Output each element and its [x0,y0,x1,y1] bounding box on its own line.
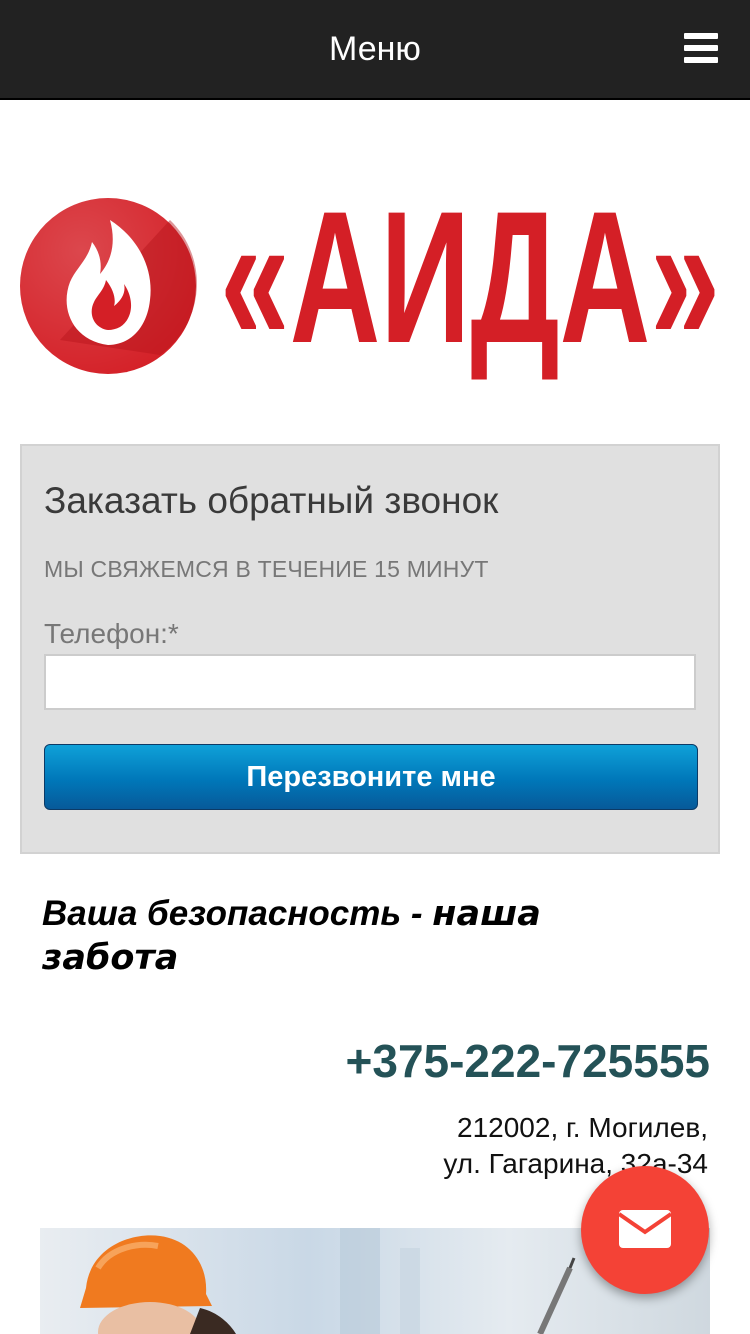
phone-input[interactable] [44,654,696,710]
phone-label: Телефон:* [44,618,179,649]
flame-icon [20,198,197,374]
callback-submit-button[interactable]: Перезвоните мне [44,744,698,810]
aida-logo: «АИДА» [20,190,720,380]
hamburger-icon[interactable] [684,33,718,63]
slogan: Ваша безопасность - наша забота [42,892,642,980]
address-line1: 212002, г. Могилев, [457,1112,708,1143]
callback-heading: Заказать обратный звонок [44,480,499,521]
slogan-part1: Ваша безопасность - [42,894,433,933]
logo-text: «АИДА» [220,190,720,380]
callback-form: Заказать обратный звонок МЫ СВЯЖЕМСЯ В Т… [20,444,720,854]
mail-icon [617,1210,673,1248]
top-navbar: Меню [0,0,750,100]
contact-phone[interactable]: +375-222-725555 [346,1034,711,1088]
callback-subheading: МЫ СВЯЖЕМСЯ В ТЕЧЕНИЕ 15 МИНУТ [44,556,489,582]
menu-title[interactable]: Меню [0,28,750,70]
mail-fab-button[interactable] [581,1166,709,1294]
